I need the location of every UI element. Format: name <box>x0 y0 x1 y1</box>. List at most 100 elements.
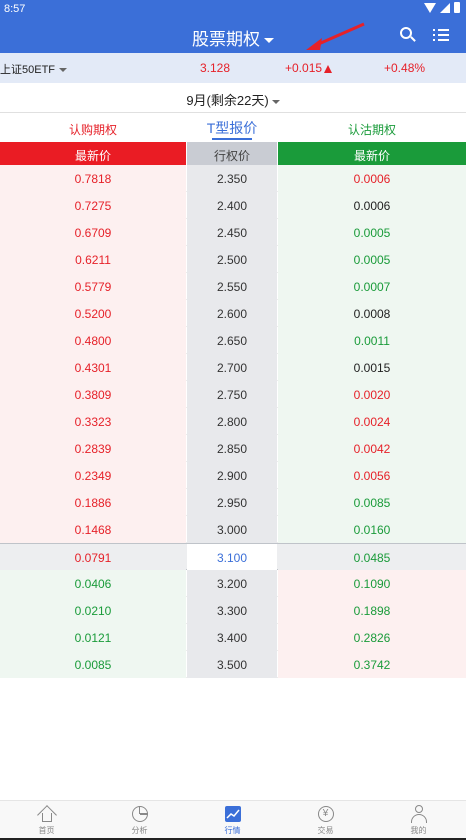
put-last-price[interactable]: 0.0020 <box>278 381 466 408</box>
call-last-price[interactable]: 0.7818 <box>0 165 186 192</box>
put-last-price[interactable]: 0.0011 <box>278 327 466 354</box>
table-row[interactable]: 0.0085 3.500 0.3742 <box>0 651 466 678</box>
call-last-price[interactable]: 0.3323 <box>0 408 186 435</box>
tab-put-options[interactable]: 认沽期权 <box>278 113 466 142</box>
option-tabs: 认购期权 T型报价 认沽期权 <box>0 113 466 142</box>
put-last-price[interactable]: 0.2826 <box>278 624 466 651</box>
strike-price: 2.950 <box>187 489 277 516</box>
call-last-price[interactable]: 0.1468 <box>0 516 186 543</box>
call-last-price[interactable]: 0.6211 <box>0 246 186 273</box>
table-row[interactable]: 0.7818 2.350 0.0006 <box>0 165 466 192</box>
put-last-price[interactable]: 0.0005 <box>278 246 466 273</box>
put-last-price[interactable]: 0.0024 <box>278 408 466 435</box>
nav-analysis[interactable]: 分析 <box>93 801 186 840</box>
chevron-down-icon <box>271 99 280 104</box>
yen-icon: ¥ <box>317 805 335 823</box>
table-row[interactable]: 0.5779 2.550 0.0007 <box>0 273 466 300</box>
call-last-price[interactable]: 0.2349 <box>0 462 186 489</box>
nav-label: 交易 <box>317 826 334 835</box>
put-last-price[interactable]: 0.3742 <box>278 651 466 678</box>
nav-profile[interactable]: 我的 <box>372 801 465 840</box>
tab-t-quote-label: T型报价 <box>206 120 258 136</box>
put-last-price[interactable]: 0.1898 <box>278 597 466 624</box>
battery-icon <box>454 2 460 13</box>
table-row[interactable]: 0.6709 2.450 0.0005 <box>0 219 466 246</box>
table-row[interactable]: 0.4800 2.650 0.0011 <box>0 327 466 354</box>
put-last-price[interactable]: 0.0015 <box>278 354 466 381</box>
strike-price: 2.650 <box>187 327 277 354</box>
call-last-price[interactable]: 0.7275 <box>0 192 186 219</box>
call-last-price[interactable]: 0.2839 <box>0 435 186 462</box>
call-last-price[interactable]: 0.0121 <box>0 624 186 651</box>
table-row[interactable]: 0.3323 2.800 0.0024 <box>0 408 466 435</box>
underlying-selector[interactable]: 上证50ETF <box>0 61 68 77</box>
search-icon[interactable] <box>400 27 416 43</box>
call-last-price[interactable]: 0.6709 <box>0 219 186 246</box>
strike-price: 2.800 <box>187 408 277 435</box>
strike-price: 2.700 <box>187 354 277 381</box>
call-last-price[interactable]: 0.5200 <box>0 300 186 327</box>
table-row[interactable]: 0.7275 2.400 0.0006 <box>0 192 466 219</box>
call-last-price[interactable]: 0.3809 <box>0 381 186 408</box>
put-last-price[interactable]: 0.0160 <box>278 516 466 543</box>
strike-price: 3.500 <box>187 651 277 678</box>
table-row[interactable]: 0.4301 2.700 0.0015 <box>0 354 466 381</box>
wifi-icon <box>424 2 436 13</box>
put-last-price-header[interactable]: 最新价 <box>278 142 466 165</box>
table-row[interactable]: 0.6211 2.500 0.0005 <box>0 246 466 273</box>
status-bar: 8:57 <box>0 0 466 18</box>
table-row[interactable]: 0.1886 2.950 0.0085 <box>0 489 466 516</box>
menu-list-icon[interactable] <box>433 28 449 42</box>
put-last-price[interactable]: 0.0005 <box>278 219 466 246</box>
put-last-price[interactable]: 0.0485 <box>278 544 466 571</box>
chevron-down-icon <box>264 38 274 44</box>
put-last-price[interactable]: 0.0042 <box>278 435 466 462</box>
call-last-price-header[interactable]: 最新价 <box>0 142 186 165</box>
call-last-price[interactable]: 0.4800 <box>0 327 186 354</box>
nav-market[interactable]: 行情 <box>186 801 279 840</box>
table-row[interactable]: 0.2839 2.850 0.0042 <box>0 435 466 462</box>
expiry-selector[interactable]: 9月(剩余22天) <box>0 83 466 113</box>
strike-price: 2.450 <box>187 219 277 246</box>
put-last-price[interactable]: 0.0007 <box>278 273 466 300</box>
put-last-price[interactable]: 0.1090 <box>278 570 466 597</box>
put-last-price[interactable]: 0.0006 <box>278 165 466 192</box>
call-last-price[interactable]: 0.4301 <box>0 354 186 381</box>
call-last-price[interactable]: 0.0791 <box>0 544 186 571</box>
call-last-price[interactable]: 0.5779 <box>0 273 186 300</box>
tab-t-quote[interactable]: T型报价 <box>187 113 277 142</box>
strike-price: 2.600 <box>187 300 277 327</box>
call-last-price[interactable]: 0.1886 <box>0 489 186 516</box>
nav-label: 我的 <box>410 826 427 835</box>
call-last-price[interactable]: 0.0406 <box>0 570 186 597</box>
page-title-selector[interactable]: 股票期权 <box>0 25 466 50</box>
status-time: 8:57 <box>4 3 26 15</box>
table-row[interactable]: 0.3809 2.750 0.0020 <box>0 381 466 408</box>
market-chart-icon <box>224 805 242 823</box>
strike-price: 3.100 <box>187 544 277 571</box>
change-value: +0.015 <box>285 61 323 75</box>
table-row[interactable]: 0.5200 2.600 0.0008 <box>0 300 466 327</box>
strike-price: 2.400 <box>187 192 277 219</box>
nav-label: 行情 <box>224 826 241 835</box>
put-last-price[interactable]: 0.0008 <box>278 300 466 327</box>
put-last-price[interactable]: 0.0085 <box>278 489 466 516</box>
table-row[interactable]: 0.0210 3.300 0.1898 <box>0 597 466 624</box>
nav-home[interactable]: 首页 <box>0 801 93 840</box>
active-tab-indicator <box>212 138 252 140</box>
underlying-quote-bar: 上证50ETF 3.128 +0.015 +0.48% <box>0 53 466 83</box>
nav-trade[interactable]: ¥ 交易 <box>279 801 372 840</box>
call-last-price[interactable]: 0.0210 <box>0 597 186 624</box>
table-row[interactable]: 0.1468 3.000 0.0160 <box>0 516 466 543</box>
call-last-price[interactable]: 0.0085 <box>0 651 186 678</box>
table-row[interactable]: 0.0121 3.400 0.2826 <box>0 624 466 651</box>
table-row[interactable]: 0.2349 2.900 0.0056 <box>0 462 466 489</box>
nav-label: 首页 <box>38 826 55 835</box>
tab-call-options[interactable]: 认购期权 <box>0 113 186 142</box>
put-last-price[interactable]: 0.0056 <box>278 462 466 489</box>
put-last-price[interactable]: 0.0006 <box>278 192 466 219</box>
table-row-at-the-money[interactable]: 0.0791 3.100 0.0485 <box>0 543 466 571</box>
signal-icon <box>440 2 450 13</box>
underlying-change-pct: +0.48% <box>384 61 426 75</box>
table-row[interactable]: 0.0406 3.200 0.1090 <box>0 570 466 597</box>
